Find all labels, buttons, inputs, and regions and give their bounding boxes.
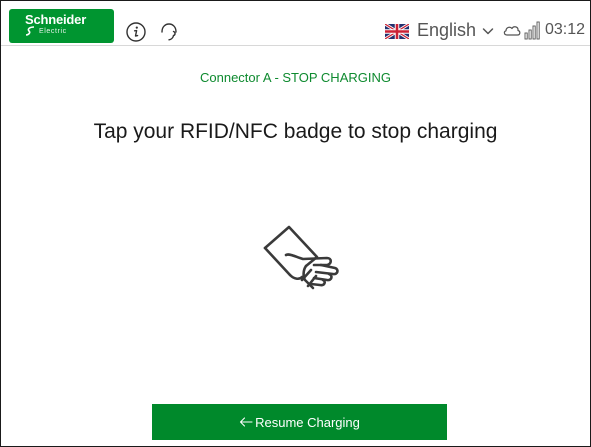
chevron-down-icon[interactable]	[482, 26, 494, 36]
brand-swoosh-icon	[25, 26, 35, 36]
uk-flag-icon[interactable]	[385, 24, 409, 39]
language-label[interactable]: English	[417, 20, 476, 41]
connector-status: Connector A - STOP CHARGING	[200, 70, 391, 85]
page-title: Tap your RFID/NFC badge to stop charging	[93, 120, 498, 143]
headset-icon[interactable]	[158, 21, 180, 43]
schneider-logo: Schneider Electric	[9, 9, 114, 43]
cloud-icon	[503, 26, 521, 36]
resume-charging-button[interactable]: Resume Charging	[152, 404, 447, 440]
hand-badge-icon	[263, 225, 339, 290]
charger-screen: Schneider Electric English 03:12 Connect…	[0, 0, 591, 447]
clock: 03:12	[545, 21, 586, 38]
info-icon[interactable]	[125, 21, 147, 43]
brand-sub: Electric	[39, 28, 67, 35]
signal-bars-icon	[524, 21, 540, 40]
brand-name: Schneider	[25, 12, 87, 27]
arrow-left-icon	[240, 417, 253, 427]
resume-charging-label: Resume Charging	[255, 414, 360, 430]
status-bar: Schneider Electric English 03:12	[1, 1, 590, 46]
